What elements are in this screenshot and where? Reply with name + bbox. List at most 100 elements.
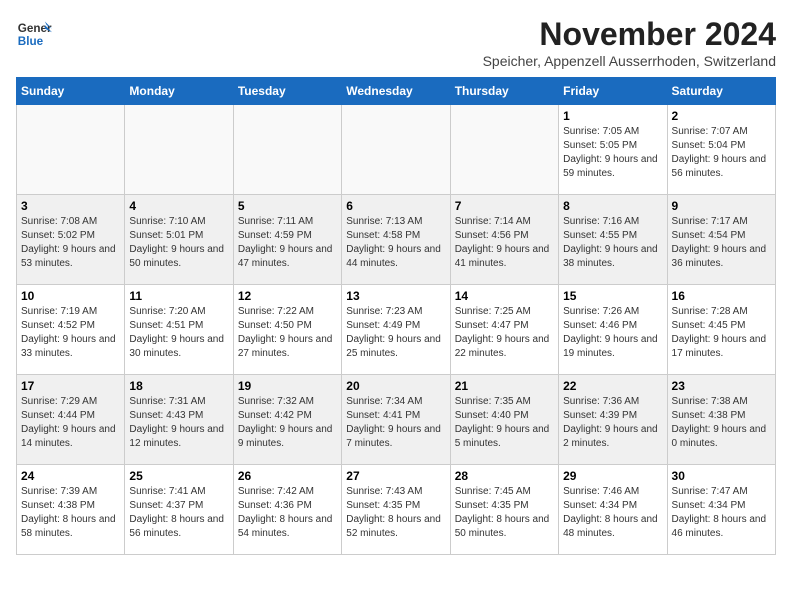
day-cell: 23 Sunrise: 7:38 AM Sunset: 4:38 PM Dayli…: [667, 375, 775, 465]
day-cell: [450, 105, 558, 195]
calendar-table: SundayMondayTuesdayWednesdayThursdayFrid…: [16, 77, 776, 555]
week-row-1: 1 Sunrise: 7:05 AM Sunset: 5:05 PM Daylig…: [17, 105, 776, 195]
day-info: Sunrise: 7:25 AM Sunset: 4:47 PM Dayligh…: [455, 305, 554, 361]
day-info: Sunrise: 7:08 AM Sunset: 5:02 PM Dayligh…: [21, 215, 120, 271]
week-row-3: 10 Sunrise: 7:19 AM Sunset: 4:52 PM Dayli…: [17, 285, 776, 375]
day-cell: 22 Sunrise: 7:36 AM Sunset: 4:39 PM Dayli…: [559, 375, 667, 465]
day-cell: 21 Sunrise: 7:35 AM Sunset: 4:40 PM Dayli…: [450, 375, 558, 465]
logo: General Blue: [16, 16, 52, 52]
col-header-tuesday: Tuesday: [233, 78, 341, 105]
col-header-thursday: Thursday: [450, 78, 558, 105]
day-cell: 10 Sunrise: 7:19 AM Sunset: 4:52 PM Dayli…: [17, 285, 125, 375]
day-cell: [125, 105, 233, 195]
day-cell: 8 Sunrise: 7:16 AM Sunset: 4:55 PM Daylig…: [559, 195, 667, 285]
logo-icon: General Blue: [16, 16, 52, 52]
day-number: 15: [563, 289, 662, 303]
day-cell: 19Sunrise: 7:32 AM Sunset: 4:42 PM Dayli…: [233, 375, 341, 465]
day-info: Sunrise: 7:36 AM Sunset: 4:39 PM Dayligh…: [563, 395, 662, 451]
day-number: 3: [21, 199, 120, 213]
day-info: Sunrise: 7:07 AM Sunset: 5:04 PM Dayligh…: [672, 125, 771, 181]
day-number: 8: [563, 199, 662, 213]
day-number: 9: [672, 199, 771, 213]
day-number: 10: [21, 289, 120, 303]
day-cell: 14 Sunrise: 7:25 AM Sunset: 4:47 PM Dayli…: [450, 285, 558, 375]
title-area: November 2024 Speicher, Appenzell Ausser…: [483, 16, 776, 69]
week-row-4: 17Sunrise: 7:29 AM Sunset: 4:44 PM Dayli…: [17, 375, 776, 465]
day-cell: 5 Sunrise: 7:11 AM Sunset: 4:59 PM Daylig…: [233, 195, 341, 285]
day-info: Sunrise: 7:43 AM Sunset: 4:35 PM Dayligh…: [346, 485, 445, 541]
day-number: 21: [455, 379, 554, 393]
day-info: Sunrise: 7:16 AM Sunset: 4:55 PM Dayligh…: [563, 215, 662, 271]
week-row-2: 3 Sunrise: 7:08 AM Sunset: 5:02 PM Daylig…: [17, 195, 776, 285]
col-header-saturday: Saturday: [667, 78, 775, 105]
day-cell: [342, 105, 450, 195]
day-info: Sunrise: 7:34 AM Sunset: 4:41 PM Dayligh…: [346, 395, 445, 451]
day-number: 11: [129, 289, 228, 303]
col-header-monday: Monday: [125, 78, 233, 105]
day-number: 28: [455, 469, 554, 483]
day-cell: 9 Sunrise: 7:17 AM Sunset: 4:54 PM Daylig…: [667, 195, 775, 285]
week-row-5: 24Sunrise: 7:39 AM Sunset: 4:38 PM Dayli…: [17, 465, 776, 555]
day-cell: 1 Sunrise: 7:05 AM Sunset: 5:05 PM Daylig…: [559, 105, 667, 195]
day-number: 18: [129, 379, 228, 393]
svg-text:Blue: Blue: [18, 35, 44, 48]
day-number: 1: [563, 109, 662, 123]
day-number: 22: [563, 379, 662, 393]
day-info: Sunrise: 7:19 AM Sunset: 4:52 PM Dayligh…: [21, 305, 120, 361]
day-info: Sunrise: 7:47 AM Sunset: 4:34 PM Dayligh…: [672, 485, 771, 541]
day-info: Sunrise: 7:42 AM Sunset: 4:36 PM Dayligh…: [238, 485, 337, 541]
day-number: 29: [563, 469, 662, 483]
col-header-friday: Friday: [559, 78, 667, 105]
day-number: 6: [346, 199, 445, 213]
day-number: 14: [455, 289, 554, 303]
col-header-sunday: Sunday: [17, 78, 125, 105]
day-info: Sunrise: 7:31 AM Sunset: 4:43 PM Dayligh…: [129, 395, 228, 451]
day-cell: 11 Sunrise: 7:20 AM Sunset: 4:51 PM Dayli…: [125, 285, 233, 375]
day-cell: 6 Sunrise: 7:13 AM Sunset: 4:58 PM Daylig…: [342, 195, 450, 285]
day-info: Sunrise: 7:17 AM Sunset: 4:54 PM Dayligh…: [672, 215, 771, 271]
day-number: 13: [346, 289, 445, 303]
day-info: Sunrise: 7:23 AM Sunset: 4:49 PM Dayligh…: [346, 305, 445, 361]
day-cell: 20 Sunrise: 7:34 AM Sunset: 4:41 PM Dayli…: [342, 375, 450, 465]
day-info: Sunrise: 7:14 AM Sunset: 4:56 PM Dayligh…: [455, 215, 554, 271]
day-info: Sunrise: 7:45 AM Sunset: 4:35 PM Dayligh…: [455, 485, 554, 541]
day-cell: 28 Sunrise: 7:45 AM Sunset: 4:35 PM Dayli…: [450, 465, 558, 555]
col-header-wednesday: Wednesday: [342, 78, 450, 105]
day-info: Sunrise: 7:39 AM Sunset: 4:38 PM Dayligh…: [21, 485, 120, 541]
day-number: 12: [238, 289, 337, 303]
day-cell: 25Sunrise: 7:41 AM Sunset: 4:37 PM Dayli…: [125, 465, 233, 555]
day-cell: 30Sunrise: 7:47 AM Sunset: 4:34 PM Dayli…: [667, 465, 775, 555]
day-cell: 13 Sunrise: 7:23 AM Sunset: 4:49 PM Dayli…: [342, 285, 450, 375]
day-number: 26: [238, 469, 337, 483]
day-number: 27: [346, 469, 445, 483]
day-number: 19: [238, 379, 337, 393]
day-number: 16: [672, 289, 771, 303]
day-number: 4: [129, 199, 228, 213]
day-info: Sunrise: 7:26 AM Sunset: 4:46 PM Dayligh…: [563, 305, 662, 361]
day-cell: 29 Sunrise: 7:46 AM Sunset: 4:34 PM Dayli…: [559, 465, 667, 555]
day-number: 5: [238, 199, 337, 213]
day-number: 20: [346, 379, 445, 393]
day-cell: [233, 105, 341, 195]
day-number: 17: [21, 379, 120, 393]
day-info: Sunrise: 7:20 AM Sunset: 4:51 PM Dayligh…: [129, 305, 228, 361]
day-info: Sunrise: 7:05 AM Sunset: 5:05 PM Dayligh…: [563, 125, 662, 181]
day-number: 23: [672, 379, 771, 393]
day-cell: 15 Sunrise: 7:26 AM Sunset: 4:46 PM Dayli…: [559, 285, 667, 375]
day-cell: 27 Sunrise: 7:43 AM Sunset: 4:35 PM Dayli…: [342, 465, 450, 555]
day-cell: 4Sunrise: 7:10 AM Sunset: 5:01 PM Daylig…: [125, 195, 233, 285]
day-info: Sunrise: 7:22 AM Sunset: 4:50 PM Dayligh…: [238, 305, 337, 361]
day-cell: 17Sunrise: 7:29 AM Sunset: 4:44 PM Dayli…: [17, 375, 125, 465]
day-cell: 16Sunrise: 7:28 AM Sunset: 4:45 PM Dayli…: [667, 285, 775, 375]
day-cell: [17, 105, 125, 195]
day-info: Sunrise: 7:35 AM Sunset: 4:40 PM Dayligh…: [455, 395, 554, 451]
day-info: Sunrise: 7:11 AM Sunset: 4:59 PM Dayligh…: [238, 215, 337, 271]
day-info: Sunrise: 7:38 AM Sunset: 4:38 PM Dayligh…: [672, 395, 771, 451]
day-cell: 24Sunrise: 7:39 AM Sunset: 4:38 PM Dayli…: [17, 465, 125, 555]
day-info: Sunrise: 7:46 AM Sunset: 4:34 PM Dayligh…: [563, 485, 662, 541]
day-info: Sunrise: 7:13 AM Sunset: 4:58 PM Dayligh…: [346, 215, 445, 271]
day-cell: 26 Sunrise: 7:42 AM Sunset: 4:36 PM Dayli…: [233, 465, 341, 555]
day-cell: 12 Sunrise: 7:22 AM Sunset: 4:50 PM Dayli…: [233, 285, 341, 375]
location-title: Speicher, Appenzell Ausserrhoden, Switze…: [483, 53, 776, 69]
day-cell: 2Sunrise: 7:07 AM Sunset: 5:04 PM Daylig…: [667, 105, 775, 195]
